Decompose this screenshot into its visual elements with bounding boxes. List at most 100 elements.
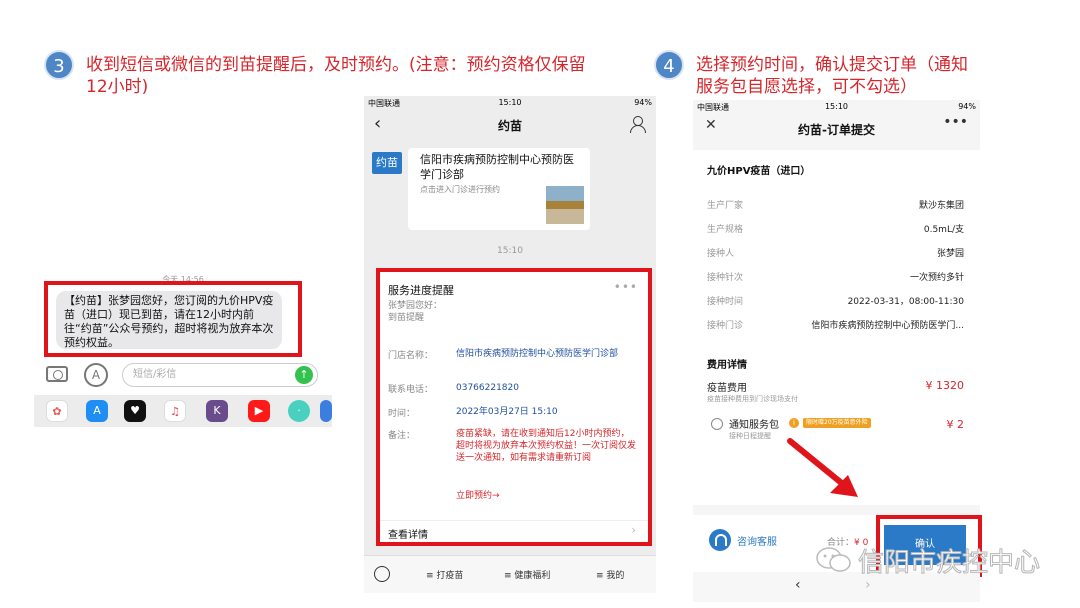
phone-value: 03766221820 [456,383,519,393]
status-bar: 中国联通 15:10 94% [364,96,656,110]
view-details-label: 查看详情 [388,530,428,541]
service-notice-header: 服务进度提醒 [388,284,454,297]
order-row-value: 一次预约多针 [909,273,964,283]
sms-input-bar: A 短信/彩信 ↑ [34,363,332,393]
menu-bar: ≡ 打疫苗 ≡ 健康福利 ≡ 我的 [364,555,656,593]
heart-app-icon[interactable]: ♥ [124,400,146,422]
remark-row: 备注： 疫苗紧缺，请在收到通知后12小时内预约，超时将视为放弃本次预约权益！一次… [388,428,648,478]
greeting-line1: 张梦园您好： [388,301,443,311]
phone-label: 联系电话： [388,385,434,395]
vaccine-title: 九价HPV疫苗（进口） [707,166,811,177]
music-icon[interactable]: ♫ [164,400,186,422]
sms-input-placeholder: 短信/彩信 [133,369,177,380]
view-details-row[interactable]: 查看详情 › [380,520,648,542]
remark-label: 备注： [388,431,416,441]
official-account-avatar[interactable]: 约苗 [372,152,402,174]
video-icon[interactable]: ▶ [248,400,270,422]
send-icon[interactable]: ↑ [295,366,313,384]
menu-item-vaccine[interactable]: ≡ 打疫苗 [426,568,463,581]
sms-highlight-box: 【约苗】张梦园您好，您订阅的九价HPV疫苗（进口）现已到苗，请在12小时内前往“… [44,281,302,357]
forward-arrow-icon[interactable]: › [865,577,871,593]
chat-timestamp: 15:10 [497,246,523,256]
store-row: 门店名称： 信阳市疾病预防控制中心预防医学门诊部 [388,348,648,372]
notify-label: 通知服务包 [729,420,779,431]
chat-navbar: ‹ 约苗 [364,110,656,140]
headset-icon[interactable] [709,529,731,551]
order-row-key: 接种针次 [707,273,744,283]
clinic-card-subtitle: 点击进入门诊进行预约 [420,185,500,194]
clinic-card[interactable]: 信阳市疾病预防控制中心预防医学门诊部 点击进入门诊进行预约 [408,148,590,230]
order-title: 约苗-订单提交 [798,123,875,137]
menu-item-mine-label: 我的 [606,571,625,581]
k-app-icon[interactable]: K [206,400,228,422]
watermark-text: 信阳市疾控中心 [857,548,1041,579]
battery-2: 94% [958,102,976,111]
order-phone: 中国联通 15:10 94% ✕ 约苗-订单提交 ••• 九价HPV疫苗（进口）… [693,100,982,602]
order-row: 生产规格 0.5mL/支 [707,222,964,236]
phone-row: 联系电话： 03766221820 [388,382,648,396]
vaccine-fee-label: 疫苗费用 [707,383,747,394]
step-3-badge: 3 [44,50,74,80]
greeting-line2: 到苗提醒 [388,313,425,323]
sms-screenshot: 今天 14:56 【约苗】张梦园您好，您订阅的九价HPV疫苗（进口）现已到苗，请… [34,268,332,428]
photos-icon[interactable]: ✿ [46,400,68,422]
order-row: 接种针次 一次预约多针 [707,270,964,284]
notify-price: ¥ 2 [946,418,965,431]
app-store-icon[interactable]: A [84,363,108,387]
more-icon-2[interactable]: ••• [943,114,968,130]
user-icon[interactable] [630,116,646,133]
step-4-text: 选择预约时间，确认提交订单（通知 服务包自愿选择，可不勾选） [696,54,996,98]
fee-title: 费用详情 [707,360,747,371]
sms-input[interactable]: 短信/彩信 ↑ [122,363,318,387]
book-now-link[interactable]: 立即预约→ [456,488,500,501]
status-bar-2: 中国联通 15:10 94% [693,100,980,114]
chat-title: 约苗 [497,119,522,133]
order-row: 生产厂家 默沙东集团 [707,198,964,212]
service-notice-card[interactable]: 服务进度提醒 ••• 张梦园您好： 到苗提醒 门店名称： 信阳市疾病预防控制中心… [376,268,652,546]
menu-item-mine[interactable]: ≡ 我的 [596,568,624,581]
order-row-value: 张梦园 [936,249,964,259]
step-3-line2: 12小时) [86,77,149,97]
red-arrow-icon [787,438,858,497]
clinic-card-title: 信阳市疾病预防控制中心预防医学门诊部 [420,153,574,181]
app-dock: ✿ A ♥ ♫ K ▶ · [34,395,332,427]
order-row-key: 生产规格 [707,225,744,235]
step-4-badge: 4 [654,50,684,80]
appstore-icon[interactable]: A [86,400,108,422]
order-row-time[interactable]: 接种时间 2022-03-31，08:00-11:30 [707,294,964,308]
notify-radio[interactable] [711,418,723,430]
step-3-line1: 收到短信或微信的到苗提醒后，及时预约。(注意：预约资格仅保留 [86,55,586,75]
info-icon[interactable]: i [789,418,799,428]
order-row-key: 接种人 [707,249,735,259]
menu-item-welfare[interactable]: ≡ 健康福利 [504,568,550,581]
round-app-icon[interactable]: · [288,400,310,422]
menu-item-vaccine-label: 打疫苗 [436,571,464,581]
remark-value: 疫苗紧缺，请在收到通知后12小时内预约，超时将视为放弃本次预约权益！一次订阅仅发… [456,429,637,463]
order-row: 接种门诊 信阳市疾病预防控制中心预防医学门... [707,318,964,332]
back-arrow-icon[interactable]: ‹ [795,577,801,593]
battery: 94% [634,98,652,107]
customer-service-link[interactable]: 咨询客服 [737,533,777,548]
sms-message: 【约苗】张梦园您好，您订阅的九价HPV疫苗（进口）现已到苗，请在12小时内前往“… [56,291,282,349]
order-navbar: ✕ 约苗-订单提交 ••• [693,114,980,144]
more-icon[interactable]: ••• [614,280,638,294]
watermark: 信阳市疾控中心 [808,542,1048,579]
camera-icon[interactable] [46,366,68,382]
order-row-key: 接种时间 [707,297,744,307]
order-row-value: 0.5mL/支 [923,225,964,235]
time-value: 2022年03月27日 15:10 [456,407,558,417]
service-greeting: 张梦园您好： 到苗提醒 [388,300,442,324]
wechat-phone: 中国联通 15:10 94% ‹ 约苗 约苗 信阳市疾病预防控制中心预防医学门诊… [364,96,656,593]
chevron-right-icon: › [631,523,636,537]
notify-sub: 接种日程提醒 [729,432,771,440]
step-4-line2: 服务包自愿选择，可不勾选） [696,77,917,97]
menu-item-welfare-label: 健康福利 [514,571,551,581]
order-row-value: 信阳市疾病预防控制中心预防医学门... [811,321,964,331]
store-label: 门店名称： [388,351,434,361]
step-3-text: 收到短信或微信的到苗提醒后，及时预约。(注意：预约资格仅保留 12小时) [86,54,626,98]
order-row-key: 生产厂家 [707,201,744,211]
partial-app-icon[interactable] [320,400,332,422]
keyboard-icon[interactable] [374,566,390,582]
clock-2: 15:10 [824,102,849,111]
order-row-key: 接种门诊 [707,321,744,331]
